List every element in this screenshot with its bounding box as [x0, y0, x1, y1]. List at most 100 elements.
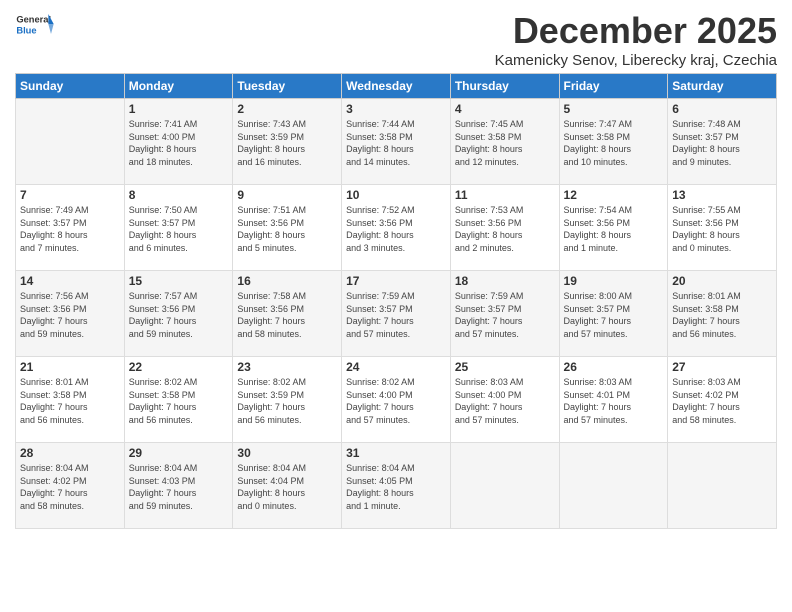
calendar-cell: 22Sunrise: 8:02 AM Sunset: 3:58 PM Dayli… [124, 357, 233, 443]
location-subtitle: Kamenicky Senov, Liberecky kraj, Czechia [495, 52, 777, 69]
calendar-cell: 4 Sunrise: 7:45 AM Sunset: 3:58 PM Daylig… [450, 99, 559, 185]
day-number: 31 [346, 446, 446, 460]
calendar-cell: 16Sunrise: 7:58 AM Sunset: 3:56 PM Dayli… [233, 271, 342, 357]
calendar-cell: 21 Sunrise: 8:01 AM Sunset: 3:58 PM Dayli… [16, 357, 125, 443]
day-number: 3 [346, 102, 446, 116]
calendar-cell: 1 Sunrise: 7:41 AM Sunset: 4:00 PM Daylig… [124, 99, 233, 185]
day-number: 18 [455, 274, 555, 288]
calendar-cell: 23 Sunrise: 8:02 AM Sunset: 3:59 PM Dayli… [233, 357, 342, 443]
header-thursday: Thursday [450, 74, 559, 99]
day-info: Sunrise: 7:49 AM Sunset: 3:57 PM Dayligh… [20, 204, 120, 254]
day-info: Sunrise: 8:01 AM Sunset: 3:58 PM Dayligh… [672, 290, 772, 340]
day-info: Sunrise: 7:47 AM Sunset: 3:58 PM Dayligh… [564, 118, 664, 168]
calendar-cell: 9 Sunrise: 7:51 AM Sunset: 3:56 PM Daylig… [233, 185, 342, 271]
day-info: Sunrise: 7:41 AM Sunset: 4:00 PM Dayligh… [129, 118, 229, 168]
day-info: Sunrise: 7:56 AM Sunset: 3:56 PM Dayligh… [20, 290, 120, 340]
calendar-cell: 17Sunrise: 7:59 AM Sunset: 3:57 PM Dayli… [342, 271, 451, 357]
calendar-cell: 12 Sunrise: 7:54 AM Sunset: 3:56 PM Dayli… [559, 185, 668, 271]
day-number: 30 [237, 446, 337, 460]
day-number: 14 [20, 274, 120, 288]
header-saturday: Saturday [668, 74, 777, 99]
day-info: Sunrise: 8:04 AM Sunset: 4:04 PM Dayligh… [237, 462, 337, 512]
calendar-cell: 3 Sunrise: 7:44 AM Sunset: 3:58 PM Daylig… [342, 99, 451, 185]
calendar-cell: 14 Sunrise: 7:56 AM Sunset: 3:56 PM Dayli… [16, 271, 125, 357]
day-info: Sunrise: 7:51 AM Sunset: 3:56 PM Dayligh… [237, 204, 337, 254]
month-title: December 2025 [495, 10, 777, 52]
calendar-cell: 13 Sunrise: 7:55 AM Sunset: 3:56 PM Dayli… [668, 185, 777, 271]
day-info: Sunrise: 7:53 AM Sunset: 3:56 PM Dayligh… [455, 204, 555, 254]
calendar-cell: 8Sunrise: 7:50 AM Sunset: 3:57 PM Daylig… [124, 185, 233, 271]
day-number: 28 [20, 446, 120, 460]
calendar-cell: 15Sunrise: 7:57 AM Sunset: 3:56 PM Dayli… [124, 271, 233, 357]
calendar-week-row: 14 Sunrise: 7:56 AM Sunset: 3:56 PM Dayli… [16, 271, 777, 357]
day-info: Sunrise: 7:45 AM Sunset: 3:58 PM Dayligh… [455, 118, 555, 168]
page-container: General Blue December 2025 Kamenicky Sen… [0, 0, 792, 539]
day-info: Sunrise: 7:44 AM Sunset: 3:58 PM Dayligh… [346, 118, 446, 168]
day-number: 12 [564, 188, 664, 202]
calendar-table: Sunday Monday Tuesday Wednesday Thursday… [15, 73, 777, 529]
calendar-cell [16, 99, 125, 185]
calendar-week-row: 28Sunrise: 8:04 AM Sunset: 4:02 PM Dayli… [16, 443, 777, 529]
calendar-cell: 31 Sunrise: 8:04 AM Sunset: 4:05 PM Dayli… [342, 443, 451, 529]
day-info: Sunrise: 8:02 AM Sunset: 3:58 PM Dayligh… [129, 376, 229, 426]
day-number: 27 [672, 360, 772, 374]
calendar-cell: 6Sunrise: 7:48 AM Sunset: 3:57 PM Daylig… [668, 99, 777, 185]
day-info: Sunrise: 8:03 AM Sunset: 4:02 PM Dayligh… [672, 376, 772, 426]
day-number: 15 [129, 274, 229, 288]
day-info: Sunrise: 8:02 AM Sunset: 3:59 PM Dayligh… [237, 376, 337, 426]
day-info: Sunrise: 7:59 AM Sunset: 3:57 PM Dayligh… [455, 290, 555, 340]
day-info: Sunrise: 8:04 AM Sunset: 4:05 PM Dayligh… [346, 462, 446, 512]
calendar-cell: 28Sunrise: 8:04 AM Sunset: 4:02 PM Dayli… [16, 443, 125, 529]
day-number: 19 [564, 274, 664, 288]
day-number: 16 [237, 274, 337, 288]
logo-icon: General Blue [15, 10, 55, 38]
calendar-cell [450, 443, 559, 529]
day-number: 29 [129, 446, 229, 460]
day-number: 17 [346, 274, 446, 288]
day-number: 23 [237, 360, 337, 374]
day-number: 13 [672, 188, 772, 202]
day-number: 11 [455, 188, 555, 202]
day-number: 25 [455, 360, 555, 374]
header-tuesday: Tuesday [233, 74, 342, 99]
calendar-cell: 2Sunrise: 7:43 AM Sunset: 3:59 PM Daylig… [233, 99, 342, 185]
calendar-week-row: 1 Sunrise: 7:41 AM Sunset: 4:00 PM Daylig… [16, 99, 777, 185]
day-info: Sunrise: 8:03 AM Sunset: 4:01 PM Dayligh… [564, 376, 664, 426]
calendar-cell: 10Sunrise: 7:52 AM Sunset: 3:56 PM Dayli… [342, 185, 451, 271]
day-info: Sunrise: 7:54 AM Sunset: 3:56 PM Dayligh… [564, 204, 664, 254]
calendar-cell: 7 Sunrise: 7:49 AM Sunset: 3:57 PM Daylig… [16, 185, 125, 271]
calendar-cell: 5 Sunrise: 7:47 AM Sunset: 3:58 PM Daylig… [559, 99, 668, 185]
calendar-cell: 25 Sunrise: 8:03 AM Sunset: 4:00 PM Dayli… [450, 357, 559, 443]
day-info: Sunrise: 7:48 AM Sunset: 3:57 PM Dayligh… [672, 118, 772, 168]
title-block: December 2025 Kamenicky Senov, Liberecky… [495, 10, 777, 69]
day-number: 1 [129, 102, 229, 116]
day-number: 21 [20, 360, 120, 374]
calendar-cell: 27 Sunrise: 8:03 AM Sunset: 4:02 PM Dayli… [668, 357, 777, 443]
day-info: Sunrise: 8:02 AM Sunset: 4:00 PM Dayligh… [346, 376, 446, 426]
header-wednesday: Wednesday [342, 74, 451, 99]
day-info: Sunrise: 8:01 AM Sunset: 3:58 PM Dayligh… [20, 376, 120, 426]
day-info: Sunrise: 8:03 AM Sunset: 4:00 PM Dayligh… [455, 376, 555, 426]
day-number: 20 [672, 274, 772, 288]
day-number: 7 [20, 188, 120, 202]
day-info: Sunrise: 7:55 AM Sunset: 3:56 PM Dayligh… [672, 204, 772, 254]
day-info: Sunrise: 7:52 AM Sunset: 3:56 PM Dayligh… [346, 204, 446, 254]
calendar-cell: 11 Sunrise: 7:53 AM Sunset: 3:56 PM Dayli… [450, 185, 559, 271]
header-sunday: Sunday [16, 74, 125, 99]
day-number: 26 [564, 360, 664, 374]
calendar-cell: 29Sunrise: 8:04 AM Sunset: 4:03 PM Dayli… [124, 443, 233, 529]
calendar-cell: 24Sunrise: 8:02 AM Sunset: 4:00 PM Dayli… [342, 357, 451, 443]
calendar-header-row: Sunday Monday Tuesday Wednesday Thursday… [16, 74, 777, 99]
day-number: 2 [237, 102, 337, 116]
day-number: 5 [564, 102, 664, 116]
calendar-cell: 18 Sunrise: 7:59 AM Sunset: 3:57 PM Dayli… [450, 271, 559, 357]
svg-text:Blue: Blue [16, 25, 36, 35]
day-number: 8 [129, 188, 229, 202]
calendar-cell: 26 Sunrise: 8:03 AM Sunset: 4:01 PM Dayli… [559, 357, 668, 443]
day-number: 9 [237, 188, 337, 202]
day-number: 4 [455, 102, 555, 116]
calendar-cell: 30 Sunrise: 8:04 AM Sunset: 4:04 PM Dayli… [233, 443, 342, 529]
calendar-cell [559, 443, 668, 529]
calendar-week-row: 7 Sunrise: 7:49 AM Sunset: 3:57 PM Daylig… [16, 185, 777, 271]
calendar-cell [668, 443, 777, 529]
